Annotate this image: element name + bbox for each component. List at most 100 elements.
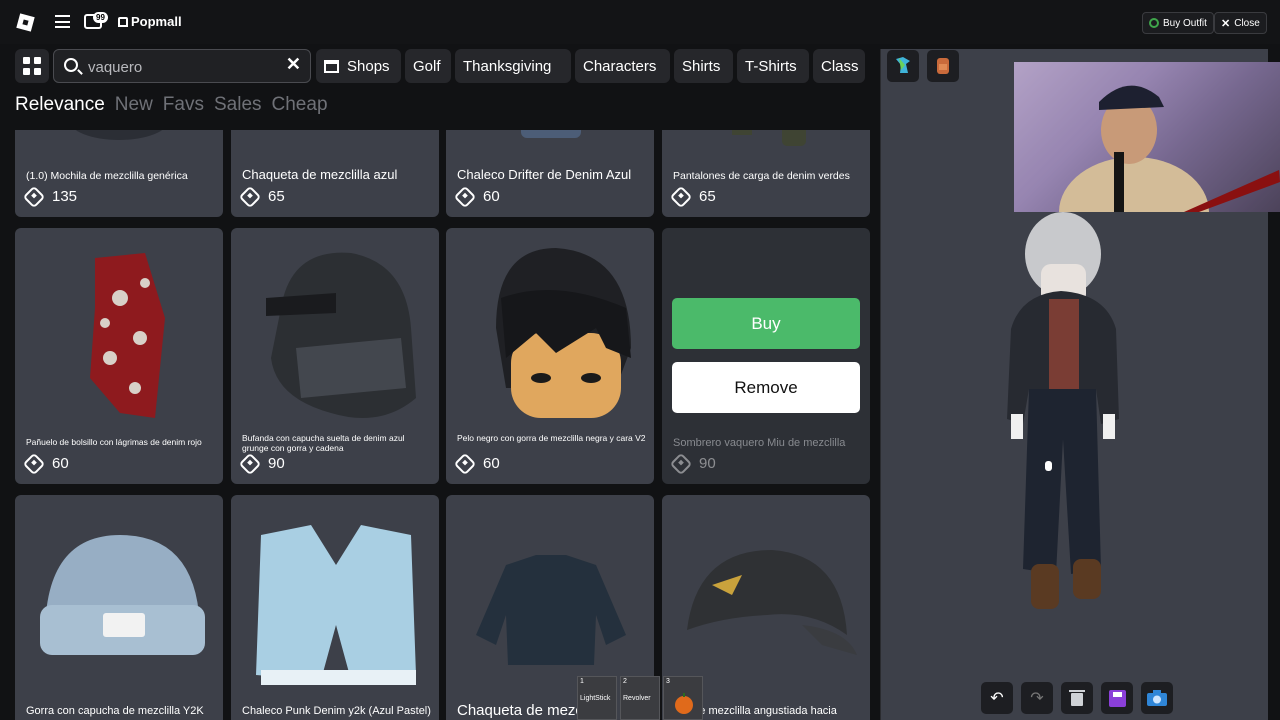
item-name: Gorra con capucha de mezclilla Y2K xyxy=(26,705,204,717)
chip-label: Characters xyxy=(583,57,657,75)
item-card-selected[interactable]: Buy Remove Sombrero vaquero Miu de mezcl… xyxy=(662,228,870,484)
sort-tabs: Relevance New Favs Sales Cheap xyxy=(15,94,328,116)
item-card[interactable]: Pañuelo de bolsillo con lágrimas de deni… xyxy=(15,228,223,484)
item-name: (1.0) Mochila de mezclilla genérica xyxy=(26,170,188,182)
item-card[interactable]: Chaleco Drifter de Denim Azul 60 xyxy=(446,130,654,217)
robux-icon xyxy=(22,452,46,475)
clear-search-icon[interactable]: ✕ xyxy=(286,54,301,75)
close-button[interactable]: ✕ Close xyxy=(1214,12,1267,34)
item-price: 90 xyxy=(238,452,285,475)
item-price: 65 xyxy=(238,185,285,208)
pumpkin-icon xyxy=(675,693,693,714)
distressed-cap-image xyxy=(687,550,857,655)
item-price: 65 xyxy=(669,185,716,208)
search-bar[interactable]: ✕ xyxy=(53,49,311,83)
chip-label: T-Shirts xyxy=(745,57,797,75)
robux-icon xyxy=(453,185,477,208)
item-name: Chaleco Drifter de Denim Azul xyxy=(457,167,632,182)
grid-view-button[interactable] xyxy=(15,49,49,83)
chip-label: Thanksgiving xyxy=(463,57,552,75)
sort-sales[interactable]: Sales xyxy=(214,94,262,116)
chip-label: Shops xyxy=(347,57,390,75)
denim-jacket-image xyxy=(476,555,626,665)
item-card[interactable]: Bufanda con capucha suelta de denim azul… xyxy=(231,228,439,484)
buy-outfit-button[interactable]: Buy Outfit xyxy=(1142,12,1214,34)
roblox-logo-icon[interactable] xyxy=(16,13,35,32)
item-card[interactable]: Gorra con capucha de mezclilla Y2K xyxy=(15,495,223,720)
sort-new[interactable]: New xyxy=(115,94,153,116)
close-icon: ✕ xyxy=(1221,17,1231,30)
chip-thanksgiving[interactable]: Thanksgiving xyxy=(455,49,571,83)
chip-label: Golf xyxy=(413,57,441,75)
slot-label: LightStick xyxy=(580,695,611,702)
price-value: 60 xyxy=(52,455,69,472)
item-card[interactable]: (1.0) Mochila de mezclilla genérica 135 xyxy=(15,130,223,217)
bandana-image xyxy=(90,253,165,418)
robux-icon xyxy=(669,452,693,475)
save-button[interactable] xyxy=(1101,682,1133,714)
item-name: Chaleco Punk Denim y2k (Azul Pastel) xyxy=(242,705,431,717)
slot-label: Revolver xyxy=(623,695,651,702)
chip-characters[interactable]: Characters xyxy=(575,49,670,83)
vest-image xyxy=(521,130,581,138)
backpack-icon[interactable] xyxy=(927,50,959,82)
robux-icon xyxy=(238,185,262,208)
hotbar-slot-3[interactable]: 3 xyxy=(663,676,703,720)
outfit-icon[interactable] xyxy=(887,50,919,82)
denim-vest-image xyxy=(256,525,416,685)
item-price: 60 xyxy=(453,452,500,475)
item-card[interactable]: Pantalones de carga de denim verdes 65 xyxy=(662,130,870,217)
chip-class[interactable]: Class xyxy=(813,49,865,83)
streamer-video xyxy=(1014,62,1280,212)
buy-outfit-label: Buy Outfit xyxy=(1163,17,1207,29)
close-label: Close xyxy=(1234,17,1260,29)
notification-badge: 99 xyxy=(93,12,108,23)
chip-golf[interactable]: Golf xyxy=(405,49,451,83)
item-card[interactable]: Chaqueta de mezclilla azul 65 xyxy=(231,130,439,217)
top-bar: 99 Popmall Buy Outfit ✕ Close xyxy=(0,0,1280,44)
camera-icon xyxy=(1147,690,1167,706)
item-name: Pañuelo de bolsillo con lágrimas de deni… xyxy=(26,437,202,447)
price-value: 65 xyxy=(268,188,285,205)
remove-button[interactable]: Remove xyxy=(672,362,860,413)
search-input[interactable] xyxy=(88,57,278,77)
robux-icon xyxy=(453,452,477,475)
circle-icon xyxy=(1149,18,1159,28)
trash-icon xyxy=(1069,690,1085,706)
cursor-icon xyxy=(1045,461,1052,471)
menu-icon[interactable] xyxy=(55,15,70,28)
brand-title: Popmall xyxy=(118,14,182,29)
sort-favs[interactable]: Favs xyxy=(163,94,204,116)
bag-icon xyxy=(118,16,128,27)
price-value: 65 xyxy=(699,188,716,205)
price-value: 60 xyxy=(483,455,500,472)
sort-relevance[interactable]: Relevance xyxy=(15,94,105,116)
hotbar-slot-1[interactable]: 1 LightStick xyxy=(577,676,617,720)
sort-cheap[interactable]: Cheap xyxy=(272,94,328,116)
avatar-figure xyxy=(1007,212,1119,609)
item-price: 90 xyxy=(669,452,716,475)
robux-icon xyxy=(22,185,46,208)
chip-shops[interactable]: Shops xyxy=(316,49,401,83)
webcam-overlay xyxy=(1014,62,1280,212)
slot-number: 3 xyxy=(666,678,670,685)
hotbar-slot-2[interactable]: 2 Revolver xyxy=(620,676,660,720)
item-price: 60 xyxy=(22,452,69,475)
redo-button[interactable]: ↷ xyxy=(1021,682,1053,714)
item-card[interactable]: Chaleco Punk Denim y2k (Azul Pastel) xyxy=(231,495,439,720)
chip-label: Class xyxy=(821,57,859,75)
item-name: Chaqueta de mezclilla azul xyxy=(242,167,398,182)
chip-shirts[interactable]: Shirts xyxy=(674,49,733,83)
price-value: 90 xyxy=(268,455,285,472)
item-name: Bufanda con capucha suelta de denim azul… xyxy=(242,433,405,453)
trash-button[interactable] xyxy=(1061,682,1093,714)
camera-button[interactable] xyxy=(1141,682,1173,714)
item-card[interactable]: Pelo negro con gorra de mezclilla negra … xyxy=(446,228,654,484)
robux-icon xyxy=(669,185,693,208)
shop-icon xyxy=(324,59,339,73)
price-value: 60 xyxy=(483,188,500,205)
undo-button[interactable]: ↶ xyxy=(981,682,1013,714)
chip-tshirts[interactable]: T-Shirts xyxy=(737,49,809,83)
buy-button[interactable]: Buy xyxy=(672,298,860,349)
search-icon xyxy=(64,58,78,72)
